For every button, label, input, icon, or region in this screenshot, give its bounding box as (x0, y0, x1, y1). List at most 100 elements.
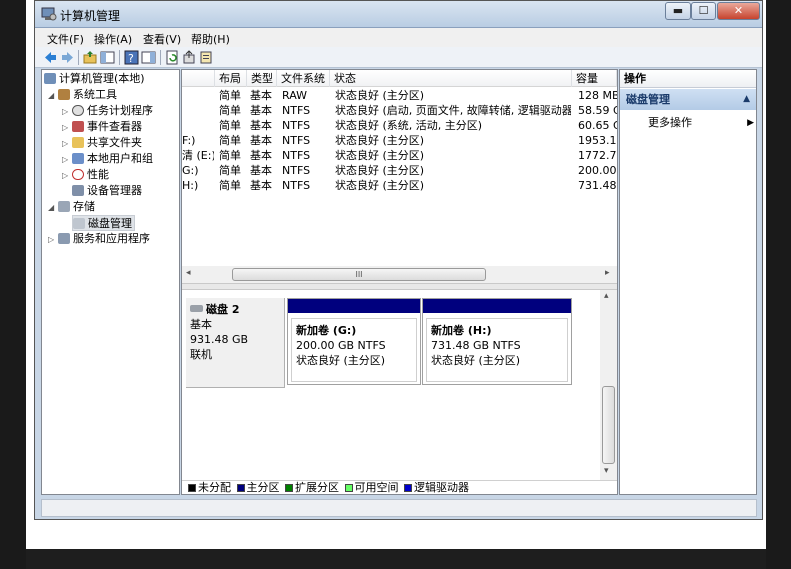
tree-item-event-viewer[interactable]: ▷ 事件查看器 (62, 119, 142, 135)
collapsed-arrow-icon[interactable]: ▷ (62, 104, 72, 120)
tree-item-system-tools[interactable]: ◢ 系统工具 (48, 87, 117, 103)
cell-layout: 简单 (219, 179, 241, 192)
vertical-scrollbar[interactable]: ▴ ▾ (600, 290, 617, 480)
partition-title: 新加卷 (H:) (431, 324, 492, 337)
tree-item-disk-management[interactable]: 磁盘管理 (72, 215, 135, 231)
collapsed-arrow-icon[interactable]: ▷ (62, 168, 72, 184)
legend-swatch (188, 484, 196, 492)
horizontal-scroll-thumb[interactable]: III (232, 268, 486, 281)
menu-file[interactable]: 文件(F) (47, 31, 84, 47)
menu-action[interactable]: 操作(A) (94, 31, 132, 47)
collapsed-arrow-icon[interactable]: ▷ (62, 136, 72, 152)
tree-item-performance[interactable]: ▷ 性能 (62, 167, 109, 183)
actions-group-disk-management[interactable]: 磁盘管理 ▲ (620, 89, 756, 110)
properties-icon[interactable] (199, 50, 214, 65)
pane-splitter[interactable] (182, 283, 617, 290)
vertical-scroll-thumb[interactable] (602, 386, 615, 464)
partition-title: 新加卷 (G:) (296, 324, 357, 337)
partition-g[interactable]: 新加卷 (G:) 200.00 GB NTFS 状态良好 (主分区) (287, 298, 421, 385)
export-icon[interactable] (182, 50, 197, 65)
horizontal-scrollbar[interactable]: ◂ III ▸ (182, 266, 617, 283)
submenu-arrow-icon: ▶ (747, 118, 754, 128)
collapsed-arrow-icon[interactable]: ▷ (48, 232, 58, 248)
column-header-filesystem[interactable]: 文件系统 (277, 70, 330, 87)
tree-item-label: 设备管理器 (87, 184, 142, 197)
refresh-icon[interactable] (165, 50, 180, 65)
partition-h[interactable]: 新加卷 (H:) 731.48 GB NTFS 状态良好 (主分区) (422, 298, 572, 385)
scroll-up-icon[interactable]: ▴ (604, 291, 609, 301)
partition-color-bar (288, 299, 420, 313)
computer-management-window: 计算机管理 ▬ ☐ ✕ 文件(F) 操作(A) 查看(V) 帮助(H) ? 计算… (34, 0, 763, 520)
cell-volume (182, 103, 214, 118)
cell-type: 基本 (250, 134, 272, 147)
title-bar[interactable]: 计算机管理 ▬ ☐ ✕ (35, 1, 762, 28)
actions-header: 操作 (620, 70, 756, 88)
tree-item-shared-folders[interactable]: ▷ 共享文件夹 (62, 135, 142, 151)
cell-volume: F:) (182, 134, 196, 147)
cell-capacity: 1953.1 (578, 134, 617, 147)
column-header-status[interactable]: 状态 (330, 70, 572, 87)
tree-item-task-scheduler[interactable]: ▷ 任务计划程序 (62, 103, 153, 119)
scroll-left-icon[interactable]: ◂ (186, 268, 191, 278)
cell-filesystem: RAW (282, 89, 307, 102)
close-button[interactable]: ✕ (717, 2, 760, 20)
partition-body: 新加卷 (H:) 731.48 GB NTFS 状态良好 (主分区) (426, 318, 568, 382)
tree-item-label: 服务和应用程序 (73, 232, 150, 245)
svg-text:?: ? (128, 52, 134, 65)
collapsed-arrow-icon[interactable]: ▷ (62, 152, 72, 168)
tree-item-label: 性能 (87, 168, 109, 181)
more-actions-item[interactable]: 更多操作 ▶ (648, 115, 754, 131)
disk-name: 磁盘 2 (206, 303, 240, 316)
users-icon (72, 153, 84, 164)
forward-arrow-icon[interactable] (60, 50, 75, 65)
legend-item-unallocated: 未分配 (186, 481, 231, 494)
tree-item-label: 事件查看器 (87, 120, 142, 133)
scroll-right-icon[interactable]: ▸ (605, 268, 610, 278)
tree-item-device-manager[interactable]: 设备管理器 (72, 183, 142, 199)
show-hide-tree-icon[interactable] (100, 50, 115, 65)
tree-item-label: 系统工具 (73, 88, 117, 101)
cell-layout: 简单 (219, 164, 241, 177)
maximize-button[interactable]: ☐ (691, 2, 716, 20)
column-header-type[interactable]: 类型 (247, 70, 277, 87)
toolbar-separator (160, 50, 161, 65)
tree-item-storage[interactable]: ◢ 存储 (48, 199, 95, 215)
clock-icon (72, 105, 84, 116)
menu-help[interactable]: 帮助(H) (191, 31, 230, 47)
tree-item-computer-management[interactable]: 计算机管理(本地) (44, 71, 145, 87)
cell-capacity: 1772.7 (578, 149, 617, 162)
shared-folder-icon (72, 137, 84, 148)
actions-pane: 操作 磁盘管理 ▲ 更多操作 ▶ (619, 69, 757, 495)
menu-view[interactable]: 查看(V) (143, 31, 181, 47)
legend-label: 主分区 (246, 481, 280, 494)
cell-type: 基本 (250, 104, 272, 117)
expanded-arrow-icon[interactable]: ◢ (48, 200, 58, 216)
expanded-arrow-icon[interactable]: ◢ (48, 88, 58, 104)
column-header-volume[interactable] (182, 70, 215, 87)
tree-item-label: 存储 (73, 200, 95, 213)
desktop-left (0, 0, 26, 569)
scroll-down-icon[interactable]: ▾ (604, 466, 609, 476)
legend-swatch (344, 484, 353, 492)
column-header-capacity[interactable]: 容量 (572, 70, 617, 87)
cell-type: 基本 (250, 89, 272, 102)
column-header-layout[interactable]: 布局 (215, 70, 247, 87)
disk-size: 931.48 GB (190, 333, 249, 346)
legend-item-primary: 主分区 (235, 481, 280, 494)
show-hide-action-pane-icon[interactable] (141, 50, 156, 65)
disk-name-row: 磁盘 2 (190, 302, 280, 317)
up-folder-icon[interactable] (83, 50, 98, 65)
cell-capacity: 60.65 G (578, 119, 617, 132)
legend-item-free-space: 可用空间 (343, 481, 399, 494)
collapse-up-icon[interactable]: ▲ (743, 89, 750, 110)
help-icon[interactable]: ? (124, 50, 139, 65)
tree-item-local-users[interactable]: ▷ 本地用户和组 (62, 151, 153, 167)
minimize-button[interactable]: ▬ (665, 2, 691, 20)
cell-status: 状态良好 (启动, 页面文件, 故障转储, 逻辑驱动器) (335, 104, 571, 117)
collapsed-arrow-icon[interactable]: ▷ (62, 120, 72, 136)
cell-status: 状态良好 (主分区) (335, 89, 425, 102)
cell-volume (182, 88, 214, 103)
back-arrow-icon[interactable] (43, 50, 58, 65)
disk-label[interactable]: 磁盘 2 基本 931.48 GB 联机 (186, 298, 285, 388)
tree-item-services-apps[interactable]: ▷ 服务和应用程序 (48, 231, 150, 247)
